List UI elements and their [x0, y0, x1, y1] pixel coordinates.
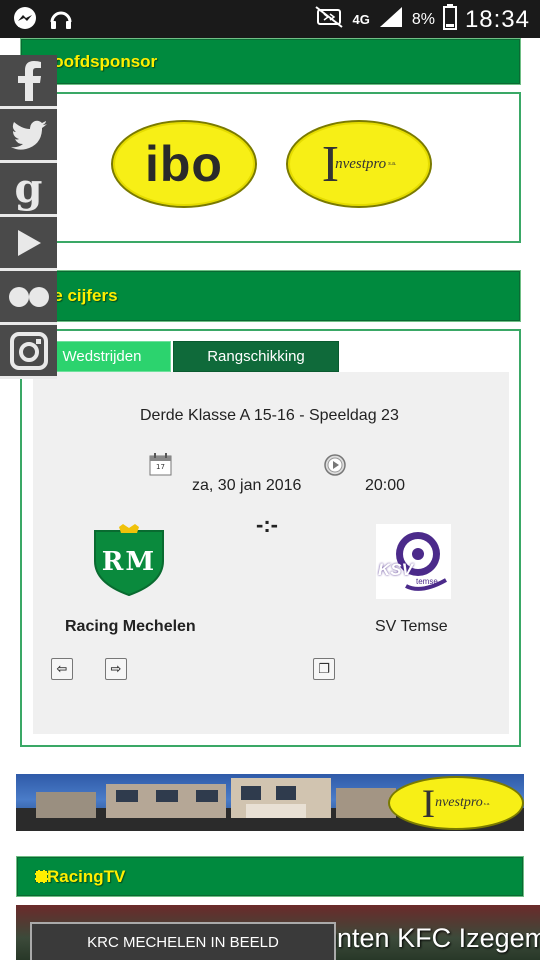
banner-logo-initial: I: [421, 780, 436, 826]
flickr-icon[interactable]: [0, 271, 57, 325]
away-logo-text: KSV: [378, 560, 413, 579]
battery-icon: [442, 4, 457, 35]
sponsor-panel: ibo I nvestpro s.a.: [20, 92, 521, 243]
messenger-icon: [12, 6, 38, 32]
investpro-logo-text: nvestpro: [335, 155, 387, 172]
banner-logo-suffix: s.a.: [483, 800, 491, 806]
previous-match-icon[interactable]: ⇦: [51, 658, 73, 680]
investpro-banner[interactable]: I nvestpro s.a.: [16, 774, 524, 831]
match-score: -:-: [256, 512, 278, 537]
social-sidebar: g: [0, 55, 57, 379]
calendar-icon: 17: [149, 453, 172, 476]
instagram-icon[interactable]: [0, 325, 57, 379]
google-icon[interactable]: g: [0, 163, 57, 217]
tv-section-header: RacingTV: [16, 856, 524, 897]
network-type: 4G: [352, 11, 370, 27]
nfc-icon: [314, 5, 344, 34]
match-date: za, 30 jan 2016: [192, 477, 302, 494]
next-match-icon[interactable]: ⇨: [105, 658, 127, 680]
signal-icon: [378, 5, 404, 34]
headset-icon: [48, 6, 74, 32]
video-ticker: unten KFC Izegem: [322, 923, 540, 953]
clock-icon: [324, 454, 346, 476]
match-report-icon[interactable]: ❐: [313, 658, 335, 680]
home-team-logo[interactable]: RM: [91, 523, 167, 597]
sponsor-section-title: Hoofdsponsor: [41, 51, 158, 71]
home-logo-text: RM: [101, 547, 157, 577]
banner-investpro-logo: I nvestpro s.a.: [388, 776, 524, 830]
away-team-name[interactable]: SV Temse: [375, 618, 448, 636]
battery-percent: 8%: [411, 10, 435, 28]
status-bar: 4G 8% 18:34: [0, 0, 540, 38]
investpro-suffix: s.a.: [388, 161, 397, 167]
clock: 18:34: [464, 5, 530, 33]
racing-tv-video[interactable]: unten KFC Izegem KRC MECHELEN IN BEELD: [16, 905, 540, 960]
away-team-logo[interactable]: KSV temse: [376, 524, 451, 599]
calendar-day: 17: [156, 463, 165, 471]
home-team-name[interactable]: Racing Mechelen: [65, 618, 196, 636]
match-time: 20:00: [365, 477, 406, 494]
tv-section-title: RacingTV: [47, 866, 126, 886]
facebook-icon[interactable]: [0, 55, 57, 109]
sponsor-section-header: Hoofdsponsor: [20, 38, 521, 85]
banner-logo-text: nvestpro: [435, 795, 483, 810]
youtube-icon[interactable]: [0, 217, 57, 271]
away-logo-sub: temse: [416, 577, 438, 586]
twitter-icon[interactable]: [0, 109, 57, 163]
competition-label: Derde Klasse A 15-16 - Speeldag 23: [140, 407, 399, 424]
tab-rangschikking[interactable]: Rangschikking: [173, 341, 339, 372]
stats-section-header: De cijfers: [20, 270, 521, 322]
ibo-logo-text: ibo: [145, 136, 223, 192]
sponsor-logo-investpro[interactable]: I nvestpro s.a.: [286, 120, 432, 208]
video-label: KRC MECHELEN IN BEELD: [30, 922, 336, 960]
sponsor-logo-ibo[interactable]: ibo: [111, 120, 257, 208]
